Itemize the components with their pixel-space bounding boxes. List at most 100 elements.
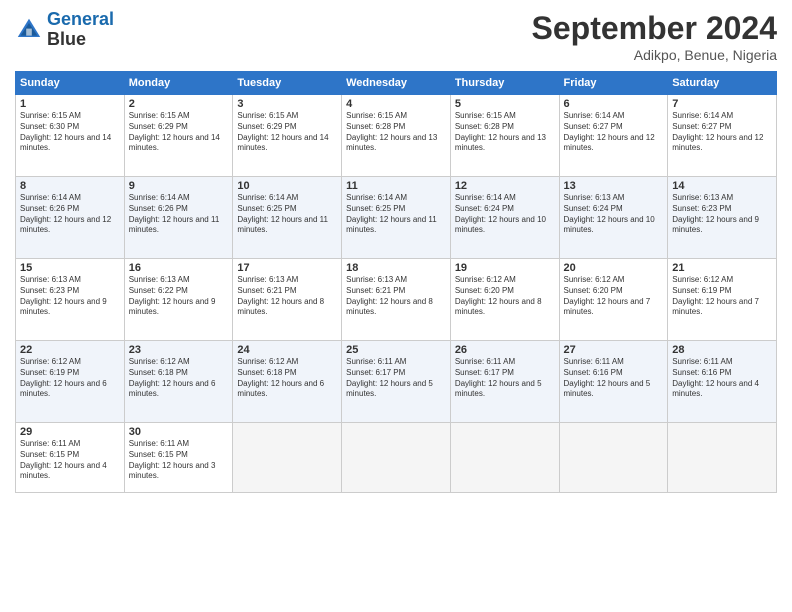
day-header-monday: Monday bbox=[124, 72, 233, 95]
month-title: September 2024 bbox=[532, 10, 777, 47]
day-number: 19 bbox=[455, 262, 555, 274]
day-header-tuesday: Tuesday bbox=[233, 72, 342, 95]
day-info: Sunrise: 6:11 AMSunset: 6:15 PMDaylight:… bbox=[129, 439, 229, 482]
calendar-cell: 17Sunrise: 6:13 AMSunset: 6:21 PMDayligh… bbox=[233, 259, 342, 341]
day-info: Sunrise: 6:13 AMSunset: 6:21 PMDaylight:… bbox=[346, 275, 446, 318]
day-number: 23 bbox=[129, 344, 229, 356]
day-number: 21 bbox=[672, 262, 772, 274]
day-number: 3 bbox=[237, 98, 337, 110]
day-info: Sunrise: 6:13 AMSunset: 6:22 PMDaylight:… bbox=[129, 275, 229, 318]
day-info: Sunrise: 6:11 AMSunset: 6:17 PMDaylight:… bbox=[346, 357, 446, 400]
calendar-cell: 7Sunrise: 6:14 AMSunset: 6:27 PMDaylight… bbox=[668, 95, 777, 177]
page: General Blue September 2024 Adikpo, Benu… bbox=[0, 0, 792, 612]
calendar-cell: 9Sunrise: 6:14 AMSunset: 6:26 PMDaylight… bbox=[124, 177, 233, 259]
calendar-cell: 12Sunrise: 6:14 AMSunset: 6:24 PMDayligh… bbox=[450, 177, 559, 259]
week-row-4: 22Sunrise: 6:12 AMSunset: 6:19 PMDayligh… bbox=[16, 341, 777, 423]
calendar-cell: 11Sunrise: 6:14 AMSunset: 6:25 PMDayligh… bbox=[342, 177, 451, 259]
calendar-cell: 23Sunrise: 6:12 AMSunset: 6:18 PMDayligh… bbox=[124, 341, 233, 423]
logo-icon bbox=[15, 16, 43, 44]
week-row-3: 15Sunrise: 6:13 AMSunset: 6:23 PMDayligh… bbox=[16, 259, 777, 341]
day-info: Sunrise: 6:11 AMSunset: 6:16 PMDaylight:… bbox=[672, 357, 772, 400]
location-subtitle: Adikpo, Benue, Nigeria bbox=[532, 47, 777, 63]
calendar-cell bbox=[233, 423, 342, 493]
day-number: 6 bbox=[564, 98, 664, 110]
day-info: Sunrise: 6:14 AMSunset: 6:27 PMDaylight:… bbox=[672, 111, 772, 154]
day-number: 29 bbox=[20, 426, 120, 438]
calendar-cell: 25Sunrise: 6:11 AMSunset: 6:17 PMDayligh… bbox=[342, 341, 451, 423]
calendar-cell: 24Sunrise: 6:12 AMSunset: 6:18 PMDayligh… bbox=[233, 341, 342, 423]
day-info: Sunrise: 6:12 AMSunset: 6:18 PMDaylight:… bbox=[237, 357, 337, 400]
week-row-5: 29Sunrise: 6:11 AMSunset: 6:15 PMDayligh… bbox=[16, 423, 777, 493]
day-info: Sunrise: 6:14 AMSunset: 6:26 PMDaylight:… bbox=[129, 193, 229, 236]
calendar-cell: 14Sunrise: 6:13 AMSunset: 6:23 PMDayligh… bbox=[668, 177, 777, 259]
day-number: 25 bbox=[346, 344, 446, 356]
calendar-cell: 5Sunrise: 6:15 AMSunset: 6:28 PMDaylight… bbox=[450, 95, 559, 177]
day-info: Sunrise: 6:13 AMSunset: 6:23 PMDaylight:… bbox=[672, 193, 772, 236]
day-info: Sunrise: 6:15 AMSunset: 6:29 PMDaylight:… bbox=[237, 111, 337, 154]
day-number: 11 bbox=[346, 180, 446, 192]
calendar-cell bbox=[559, 423, 668, 493]
day-number: 16 bbox=[129, 262, 229, 274]
day-info: Sunrise: 6:12 AMSunset: 6:20 PMDaylight:… bbox=[455, 275, 555, 318]
day-info: Sunrise: 6:14 AMSunset: 6:25 PMDaylight:… bbox=[237, 193, 337, 236]
day-number: 13 bbox=[564, 180, 664, 192]
day-info: Sunrise: 6:13 AMSunset: 6:23 PMDaylight:… bbox=[20, 275, 120, 318]
day-number: 8 bbox=[20, 180, 120, 192]
day-info: Sunrise: 6:13 AMSunset: 6:24 PMDaylight:… bbox=[564, 193, 664, 236]
calendar-cell: 13Sunrise: 6:13 AMSunset: 6:24 PMDayligh… bbox=[559, 177, 668, 259]
day-info: Sunrise: 6:15 AMSunset: 6:29 PMDaylight:… bbox=[129, 111, 229, 154]
logo-general: General bbox=[47, 9, 114, 29]
day-number: 12 bbox=[455, 180, 555, 192]
calendar-cell: 8Sunrise: 6:14 AMSunset: 6:26 PMDaylight… bbox=[16, 177, 125, 259]
day-header-row: SundayMondayTuesdayWednesdayThursdayFrid… bbox=[16, 72, 777, 95]
day-info: Sunrise: 6:14 AMSunset: 6:25 PMDaylight:… bbox=[346, 193, 446, 236]
calendar-cell: 3Sunrise: 6:15 AMSunset: 6:29 PMDaylight… bbox=[233, 95, 342, 177]
day-header-saturday: Saturday bbox=[668, 72, 777, 95]
calendar-cell bbox=[342, 423, 451, 493]
day-number: 22 bbox=[20, 344, 120, 356]
day-number: 24 bbox=[237, 344, 337, 356]
day-info: Sunrise: 6:14 AMSunset: 6:24 PMDaylight:… bbox=[455, 193, 555, 236]
day-number: 20 bbox=[564, 262, 664, 274]
day-number: 4 bbox=[346, 98, 446, 110]
calendar-cell: 27Sunrise: 6:11 AMSunset: 6:16 PMDayligh… bbox=[559, 341, 668, 423]
day-header-friday: Friday bbox=[559, 72, 668, 95]
day-info: Sunrise: 6:15 AMSunset: 6:28 PMDaylight:… bbox=[346, 111, 446, 154]
calendar-cell: 15Sunrise: 6:13 AMSunset: 6:23 PMDayligh… bbox=[16, 259, 125, 341]
calendar-cell: 10Sunrise: 6:14 AMSunset: 6:25 PMDayligh… bbox=[233, 177, 342, 259]
calendar-cell bbox=[668, 423, 777, 493]
day-info: Sunrise: 6:12 AMSunset: 6:19 PMDaylight:… bbox=[672, 275, 772, 318]
logo-text: General Blue bbox=[47, 10, 114, 50]
calendar-cell: 29Sunrise: 6:11 AMSunset: 6:15 PMDayligh… bbox=[16, 423, 125, 493]
calendar-cell: 26Sunrise: 6:11 AMSunset: 6:17 PMDayligh… bbox=[450, 341, 559, 423]
day-info: Sunrise: 6:13 AMSunset: 6:21 PMDaylight:… bbox=[237, 275, 337, 318]
day-header-sunday: Sunday bbox=[16, 72, 125, 95]
calendar-cell: 28Sunrise: 6:11 AMSunset: 6:16 PMDayligh… bbox=[668, 341, 777, 423]
calendar-cell: 1Sunrise: 6:15 AMSunset: 6:30 PMDaylight… bbox=[16, 95, 125, 177]
day-number: 30 bbox=[129, 426, 229, 438]
day-number: 10 bbox=[237, 180, 337, 192]
logo: General Blue bbox=[15, 10, 114, 50]
calendar-cell: 18Sunrise: 6:13 AMSunset: 6:21 PMDayligh… bbox=[342, 259, 451, 341]
calendar-cell: 21Sunrise: 6:12 AMSunset: 6:19 PMDayligh… bbox=[668, 259, 777, 341]
day-info: Sunrise: 6:15 AMSunset: 6:28 PMDaylight:… bbox=[455, 111, 555, 154]
day-number: 17 bbox=[237, 262, 337, 274]
logo-blue: Blue bbox=[47, 29, 86, 49]
day-info: Sunrise: 6:12 AMSunset: 6:18 PMDaylight:… bbox=[129, 357, 229, 400]
day-header-thursday: Thursday bbox=[450, 72, 559, 95]
day-number: 5 bbox=[455, 98, 555, 110]
day-info: Sunrise: 6:14 AMSunset: 6:26 PMDaylight:… bbox=[20, 193, 120, 236]
day-info: Sunrise: 6:15 AMSunset: 6:30 PMDaylight:… bbox=[20, 111, 120, 154]
day-info: Sunrise: 6:11 AMSunset: 6:17 PMDaylight:… bbox=[455, 357, 555, 400]
calendar-cell: 30Sunrise: 6:11 AMSunset: 6:15 PMDayligh… bbox=[124, 423, 233, 493]
calendar-table: SundayMondayTuesdayWednesdayThursdayFrid… bbox=[15, 71, 777, 493]
day-number: 7 bbox=[672, 98, 772, 110]
calendar-cell bbox=[450, 423, 559, 493]
day-number: 18 bbox=[346, 262, 446, 274]
day-number: 26 bbox=[455, 344, 555, 356]
calendar-cell: 20Sunrise: 6:12 AMSunset: 6:20 PMDayligh… bbox=[559, 259, 668, 341]
day-number: 15 bbox=[20, 262, 120, 274]
day-number: 28 bbox=[672, 344, 772, 356]
calendar-cell: 4Sunrise: 6:15 AMSunset: 6:28 PMDaylight… bbox=[342, 95, 451, 177]
day-info: Sunrise: 6:11 AMSunset: 6:15 PMDaylight:… bbox=[20, 439, 120, 482]
